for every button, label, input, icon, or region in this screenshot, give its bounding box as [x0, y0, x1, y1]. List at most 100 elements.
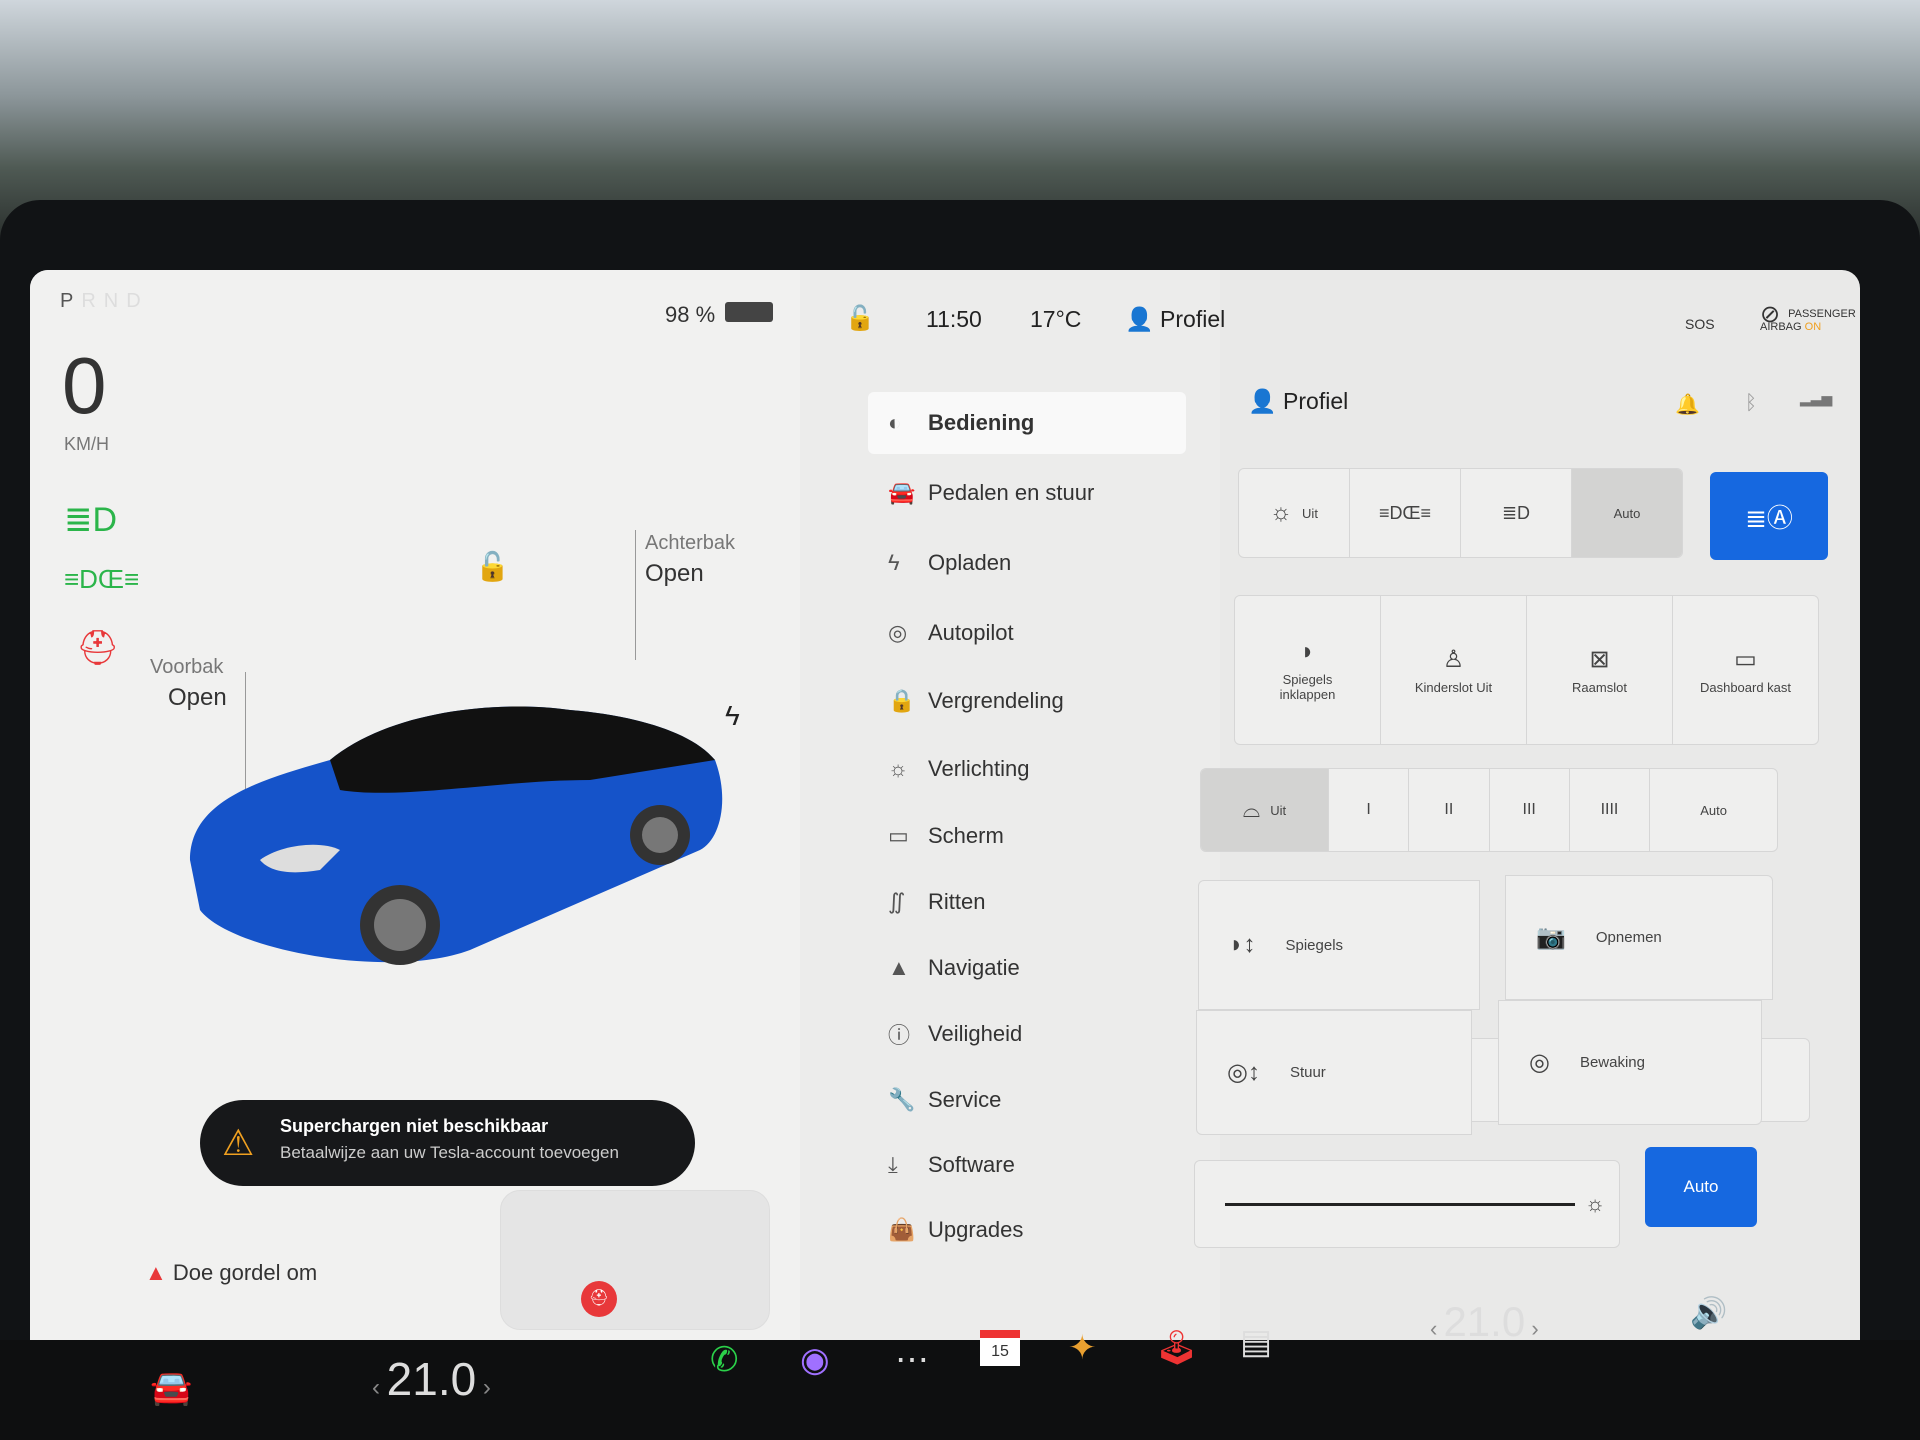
joystick-icon[interactable]: 🕹 [1155, 1328, 1198, 1368]
menu-item-verlichting[interactable]: ☼ Verlichting [868, 738, 1186, 800]
wiper-speed-2-button[interactable]: II [1409, 769, 1490, 851]
button-label: Uit [1302, 505, 1318, 521]
more-apps-icon[interactable]: ⋯ [895, 1340, 929, 1380]
speed: 0 [62, 341, 107, 430]
trunk-leader-line [635, 530, 636, 660]
brightness-track[interactable] [1225, 1202, 1575, 1206]
lights-off-button[interactable]: ☼ Uit [1239, 469, 1350, 557]
menu-item-software[interactable]: ⤓ Software [868, 1134, 1186, 1196]
button-label: Raamslot [1572, 680, 1627, 695]
brightness-auto-button[interactable]: Auto [1645, 1147, 1757, 1227]
camera-app-icon[interactable]: ◉ [800, 1340, 830, 1380]
menu-item-upgrades[interactable]: 👜 Upgrades [868, 1199, 1186, 1261]
chevron-left-icon[interactable]: ‹ [372, 1374, 387, 1401]
lights-auto-button[interactable]: Auto [1572, 469, 1682, 557]
light-icon: ☼ [888, 756, 909, 781]
brightness-icon: ☼ [1585, 1191, 1606, 1216]
car-icon: 🚘 [888, 480, 916, 505]
unlock-icon[interactable]: 🔓 [475, 550, 510, 583]
trunk-open-button[interactable]: Open [645, 560, 704, 588]
window-lock-icon: ⊠ [1589, 646, 1610, 673]
record-button[interactable]: 📷 Opnemen [1505, 875, 1773, 1000]
wiper-speed-4-button[interactable]: IIII [1570, 769, 1651, 851]
child-lock-button[interactable]: ♙ Kinderslot Uit [1381, 596, 1527, 744]
menu-label: Veiligheid [928, 1021, 1023, 1046]
display-icon: ▭ [888, 823, 909, 848]
dashcam-icon: 📷 [1536, 924, 1566, 951]
wiper-icon: ⌓ [1242, 797, 1261, 822]
menu-label: Scherm [928, 823, 1004, 848]
glovebox-app-icon[interactable]: ▤ [1240, 1322, 1272, 1362]
chevron-left-icon[interactable]: ‹ [1430, 1316, 1443, 1341]
menu-item-autopilot[interactable]: ◎ Autopilot [868, 602, 1186, 664]
button-label: Kinderslot Uit [1414, 680, 1493, 695]
calendar-icon[interactable]: 15 [980, 1330, 1020, 1366]
seatbelt-warning: ▲ Doe gordel om [145, 1260, 317, 1286]
glovebox-button[interactable]: ▭ Dashboard kast [1673, 596, 1818, 744]
auto-high-beam-icon: ≣Ⓐ [1745, 502, 1793, 533]
wiper-speed-3-button[interactable]: III [1490, 769, 1570, 851]
seatbelt-seat-icon: ⛑ [581, 1281, 617, 1317]
menu-item-navigatie[interactable]: ▲ Navigatie [868, 937, 1186, 999]
outside-temperature: 17°C [1030, 306, 1082, 332]
menu-item-pedalen[interactable]: 🚘 Pedalen en stuur [868, 462, 1186, 524]
profile-button[interactable]: 👤 Profiel [1125, 306, 1225, 333]
toybox-icon[interactable]: ✦ [1068, 1328, 1097, 1368]
lte-signal-icon: ▂▃▅ [1800, 390, 1833, 406]
volume-icon[interactable]: 🔊 [1690, 1296, 1727, 1331]
panel-profile[interactable]: 👤 Profiel [1248, 388, 1348, 415]
menu-item-scherm[interactable]: ▭ Scherm [868, 805, 1186, 867]
chevron-right-icon[interactable]: › [476, 1374, 491, 1401]
mirror-adjust-icon: ◗↕ [1229, 931, 1256, 958]
safety-icon: ⓘ [888, 1023, 911, 1048]
wiper-speed-1-button[interactable]: I [1329, 769, 1410, 851]
clock: 11:50 [926, 306, 982, 332]
menu-item-bediening[interactable]: ◐ Bediening [868, 392, 1186, 454]
calendar-day: 15 [991, 1343, 1009, 1360]
button-label: Spiegels [1285, 936, 1344, 954]
fold-mirrors-button[interactable]: ◗ Spiegels inklappen [1235, 596, 1381, 744]
chevron-right-icon[interactable]: › [1525, 1316, 1538, 1341]
button-label: IIII [1600, 801, 1619, 818]
button-label: III [1522, 801, 1536, 818]
bag-icon: 👜 [888, 1217, 916, 1242]
phone-icon[interactable]: ✆ [710, 1340, 739, 1380]
brightness-slider[interactable]: ☼ [1194, 1160, 1620, 1248]
driver-temperature[interactable]: ‹ 21.0 › [372, 1352, 491, 1406]
menu-item-service[interactable]: 🔧 Service [868, 1069, 1186, 1131]
sentry-button[interactable]: ◎ Bewaking [1498, 1000, 1762, 1125]
wipers-auto-button[interactable]: Auto [1650, 769, 1777, 851]
button-label: Uit [1270, 802, 1287, 818]
auto-high-beam-button[interactable]: ≣Ⓐ [1710, 472, 1828, 560]
button-label: Auto [1700, 802, 1727, 818]
sos-button[interactable]: SOS [1685, 316, 1715, 332]
car-icon[interactable]: 🚘 [150, 1368, 192, 1408]
headlight-controls: ☼ Uit ≡DŒ≡ ≣D Auto [1238, 468, 1683, 558]
menu-item-opladen[interactable]: ϟ Opladen [868, 532, 1186, 594]
wipers-off-button[interactable]: ⌓ Uit [1201, 769, 1329, 851]
supercharging-notification[interactable]: ⚠ Superchargen niet beschikbaar Betaalwi… [200, 1100, 695, 1186]
steering-adjust-icon: ◎↕ [1227, 1059, 1260, 1086]
low-beam-button[interactable]: ≣D [1461, 469, 1572, 557]
mirrors-adjust-button[interactable]: ◗↕ Spiegels [1198, 880, 1480, 1010]
parking-lights-icon: ≡DŒ≡ [1378, 502, 1431, 523]
menu-label: Service [928, 1087, 1002, 1112]
bluetooth-icon[interactable]: ᛒ [1745, 392, 1757, 415]
menu-label: Vergrendeling [928, 688, 1064, 713]
menu-label: Autopilot [928, 620, 1014, 645]
menu-item-vergrendeling[interactable]: 🔒 Vergrendeling [868, 670, 1186, 732]
trips-icon: ∬ [888, 889, 906, 914]
lock-status-icon[interactable]: 🔓 [845, 304, 875, 333]
airbag-line2: AIRBAG [1760, 321, 1802, 333]
settings-menu: ◐ Bediening 🚘 Pedalen en stuur ϟ Opladen ◎ A… [800, 270, 1220, 1340]
low-beam-icon: ≣D [64, 501, 118, 539]
passenger-airbag-status: ⊘ PASSENGER AIRBAG ON [1760, 303, 1856, 334]
window-lock-button[interactable]: ⊠ Raamslot [1527, 596, 1673, 744]
bell-icon[interactable]: 🔔 [1675, 392, 1700, 417]
passenger-temperature[interactable]: ‹ 21.0 › [1430, 1298, 1539, 1346]
menu-item-ritten[interactable]: ∬ Ritten [868, 871, 1186, 933]
parking-lights-button[interactable]: ≡DŒ≡ [1350, 469, 1461, 557]
steering-adjust-button[interactable]: ◎↕ Stuur [1196, 1010, 1472, 1135]
menu-item-veiligheid[interactable]: ⓘ Veiligheid [868, 1003, 1186, 1065]
child-lock-icon: ♙ [1442, 646, 1465, 673]
